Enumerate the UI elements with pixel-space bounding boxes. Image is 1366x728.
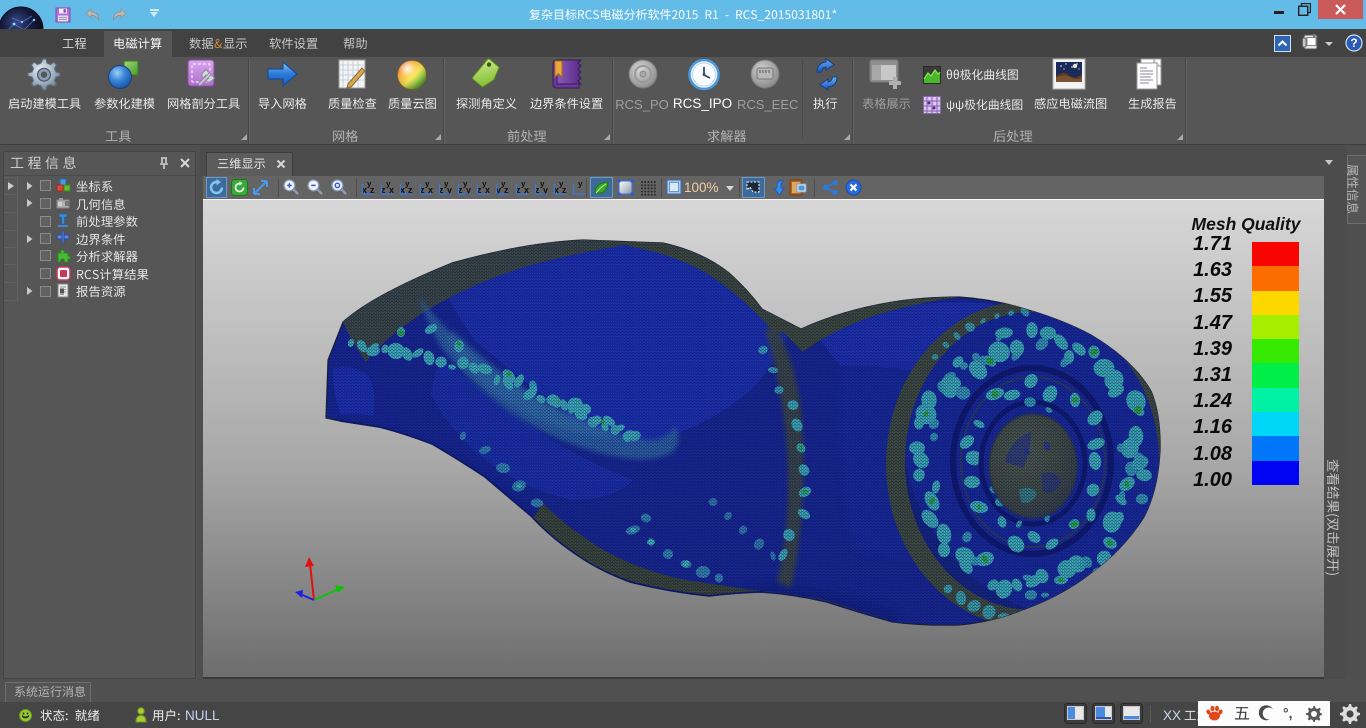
svg-text:y: y (425, 180, 430, 189)
svg-text:y: y (521, 180, 526, 189)
svg-text:y: y (559, 180, 564, 189)
svg-text:y: y (405, 180, 410, 189)
svg-text:y: y (463, 180, 468, 189)
svg-text:y: y (578, 180, 583, 189)
svg-text:y: y (386, 180, 391, 189)
svg-text:y: y (444, 180, 449, 189)
svg-text:y: y (540, 180, 545, 189)
svg-text:y: y (367, 180, 372, 189)
svg-text:y: y (482, 180, 487, 189)
svg-text:y: y (501, 180, 506, 189)
svg-text:?: ? (1350, 36, 1357, 50)
